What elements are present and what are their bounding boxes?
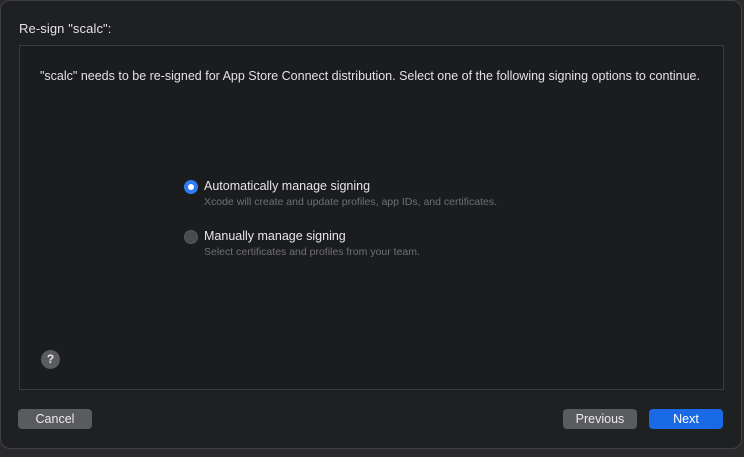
radio-unselected-icon[interactable] bbox=[184, 230, 198, 244]
radio-selected-icon[interactable] bbox=[184, 180, 198, 194]
resign-dialog: Re-sign "scalc": "scalc" needs to be re-… bbox=[0, 0, 742, 449]
dialog-title: Re-sign "scalc": bbox=[19, 21, 112, 36]
option-label[interactable]: Automatically manage signing bbox=[204, 179, 370, 193]
option-label[interactable]: Manually manage signing bbox=[204, 229, 346, 243]
signing-options-panel: "scalc" needs to be re-signed for App St… bbox=[19, 45, 724, 390]
cancel-button[interactable]: Cancel bbox=[18, 409, 92, 429]
next-button[interactable]: Next bbox=[649, 409, 723, 429]
option-description: Select certificates and profiles from yo… bbox=[204, 246, 420, 258]
previous-button[interactable]: Previous bbox=[563, 409, 637, 429]
dialog-description: "scalc" needs to be re-signed for App St… bbox=[40, 69, 700, 83]
option-description: Xcode will create and update profiles, a… bbox=[204, 196, 497, 208]
help-button[interactable]: ? bbox=[41, 350, 60, 369]
